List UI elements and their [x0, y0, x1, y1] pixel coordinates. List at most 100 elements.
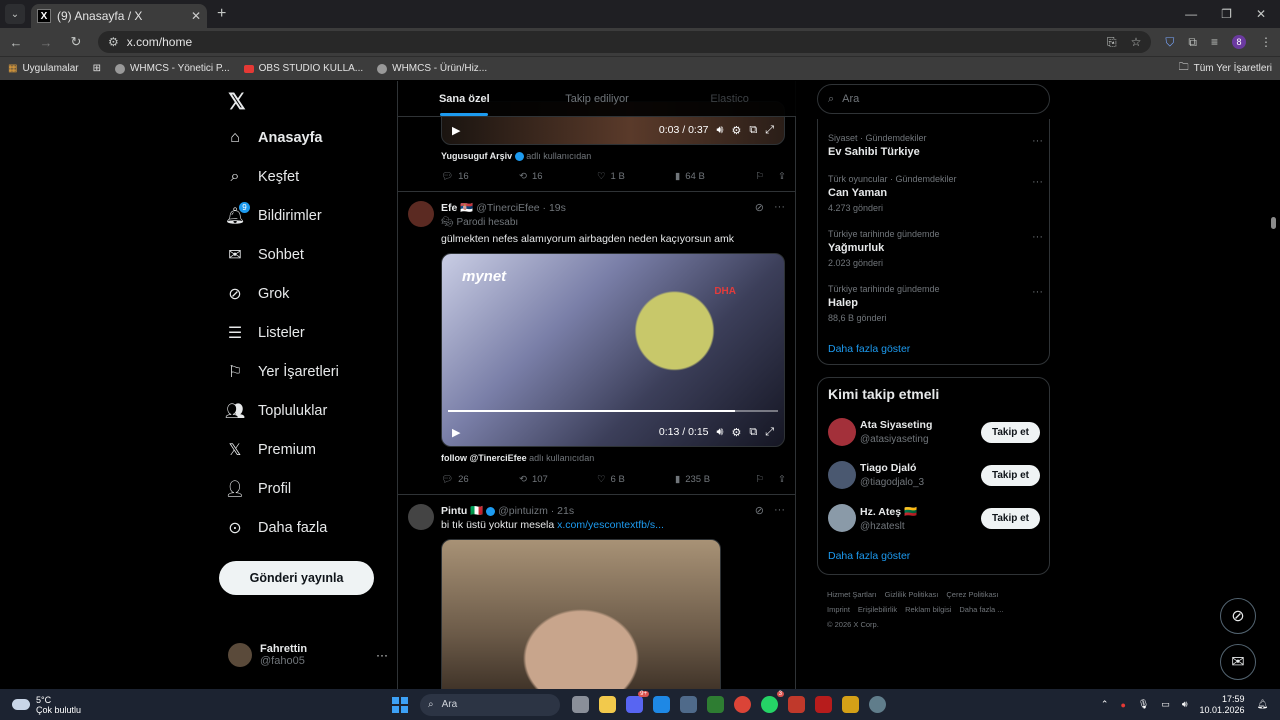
follow-button[interactable]: Takip et	[980, 507, 1040, 529]
trend-item[interactable]: Siyaset · Gündemdekiler Ev Sahibi Türkiy…	[828, 133, 1043, 158]
network-icon[interactable]: ▭	[1161, 699, 1170, 710]
page-scrollbar[interactable]	[1271, 217, 1276, 229]
nav-premium[interactable]: 𝕏 Premium	[226, 441, 316, 459]
bookmark-whmcs-admin[interactable]: WHMCS - Yönetici P...	[114, 63, 230, 74]
footer-link[interactable]: Çerez Politikası	[946, 590, 998, 599]
tab-following[interactable]: Takip ediliyor	[531, 81, 664, 116]
bookmark-whmcs-products[interactable]: WHMCS - Ürün/Hiz...	[377, 63, 487, 74]
share-icon[interactable]: ⇪	[778, 474, 786, 485]
settings-icon[interactable]: ⚙	[731, 124, 741, 137]
follow-button[interactable]: Takip et	[980, 464, 1040, 486]
avatar[interactable]	[408, 201, 434, 227]
share-icon[interactable]: ⇪	[778, 171, 786, 182]
forward-icon[interactable]: →	[38, 35, 54, 50]
more-dots-icon[interactable]: ···	[774, 201, 785, 214]
repost-button[interactable]: ⟲ 16	[519, 171, 597, 182]
profile-avatar[interactable]: 8	[1232, 35, 1246, 49]
bookmark-obs[interactable]: OBS STUDIO KULLA...	[243, 63, 363, 74]
source-name[interactable]: Yugusuguf Arşiv	[441, 151, 512, 161]
reload-icon[interactable]: ↻	[68, 34, 84, 50]
footer-link[interactable]: Erişilebilirlik	[858, 605, 897, 614]
follow-suggestion[interactable]: Hz. Ateş 🇱🇹 @hzateslt Takip et	[828, 504, 1040, 532]
star-icon[interactable]: ☆	[1131, 35, 1142, 50]
back-icon[interactable]: ←	[8, 35, 24, 50]
browser-tab[interactable]: X (9) Anasayfa / X ✕	[31, 4, 207, 28]
footer-link[interactable]: Hizmet Şartları	[827, 590, 877, 599]
follow-suggestion[interactable]: Ata Siyaseting @atasiyaseting Takip et	[828, 418, 1040, 446]
clock[interactable]: 17:59 10.01.2026	[1200, 694, 1245, 716]
nav-lists[interactable]: ☰ Listeler	[226, 324, 305, 342]
app-icon[interactable]	[653, 696, 670, 713]
trend-item[interactable]: Türk oyuncular · Gündemdekiler Can Yaman…	[828, 174, 1043, 213]
views-button[interactable]: ▮ 235 B	[675, 474, 753, 485]
bookmark-icon[interactable]: ⚐	[756, 474, 765, 485]
address-bar[interactable]: ⚙ x.com/home ⎘ ☆	[98, 31, 1152, 53]
show-more-link[interactable]: Daha fazla göster	[828, 550, 910, 562]
video-player[interactable]: mynet DHA ▶ 0:13 / 0:15 🔊︎ ⚙ ⧉ ⤢	[441, 253, 785, 447]
nav-home[interactable]: ⌂ Anasayfa	[226, 129, 322, 147]
tabs-grid-icon[interactable]: ⊞	[93, 63, 101, 74]
nav-messages[interactable]: ✉ Sohbet	[226, 246, 304, 264]
like-button[interactable]: ♡ 6 B	[597, 474, 675, 485]
more-dots-icon[interactable]: ···	[1032, 286, 1043, 298]
nav-notifications[interactable]: 🔔︎ 9 Bildirimler	[225, 202, 322, 225]
video-progress-bar[interactable]	[448, 410, 778, 412]
bookmark-icon[interactable]: ⚐	[756, 171, 765, 182]
author-handle[interactable]: @pintuizm · 21s	[498, 505, 574, 517]
site-info-icon[interactable]: ⚙	[108, 35, 119, 49]
start-button[interactable]	[392, 696, 408, 713]
extensions-icon[interactable]: ⧉	[1188, 35, 1197, 50]
show-more-link[interactable]: Daha fazla göster	[828, 343, 910, 355]
new-tab-button[interactable]: +	[217, 5, 226, 23]
trend-item[interactable]: Türkiye tarihinde gündemde Yağmurluk 2.0…	[828, 229, 1043, 268]
account-switcher[interactable]: Fahrettin @faho05 ···	[228, 643, 388, 667]
chevron-up-icon[interactable]: ⌃	[1101, 699, 1109, 710]
install-app-icon[interactable]: ⎘	[1107, 35, 1117, 50]
more-dots-icon[interactable]: ···	[1032, 176, 1043, 188]
shield-extension-icon[interactable]: ⛉	[1165, 35, 1174, 50]
pip-icon[interactable]: ⧉	[749, 426, 757, 439]
footer-link[interactable]: Reklam bilgisi	[905, 605, 951, 614]
nav-more[interactable]: ⊙ Daha fazla	[226, 519, 327, 537]
tab-for-you[interactable]: Sana özel	[398, 81, 531, 116]
chrome-icon[interactable]	[734, 696, 751, 713]
tab-list-button[interactable]: ⌄	[5, 4, 25, 24]
close-window-icon[interactable]: ✕	[1256, 7, 1266, 21]
messages-fab-button[interactable]: ✉	[1220, 644, 1256, 680]
play-icon[interactable]: ▶	[452, 124, 460, 137]
footer-link[interactable]: Gizlilik Politikası	[885, 590, 939, 599]
grok-icon[interactable]: ⊘	[755, 504, 764, 517]
author-handle[interactable]: @TinerciEfee · 19s	[476, 202, 566, 214]
menu-dots-icon[interactable]: ⋮	[1260, 35, 1272, 49]
mic-icon[interactable]: 🎙︎	[1138, 699, 1149, 710]
views-button[interactable]: ▮ 64 B	[675, 171, 753, 182]
fullscreen-icon[interactable]: ⤢	[765, 426, 774, 439]
author-name[interactable]: Pintu 🇮🇹	[441, 505, 483, 517]
minimize-icon[interactable]: —	[1185, 7, 1197, 21]
play-icon[interactable]: ▶	[452, 426, 460, 439]
record-icon[interactable]: ●	[1120, 700, 1125, 710]
more-dots-icon[interactable]: ···	[1032, 135, 1043, 147]
task-view-icon[interactable]	[572, 696, 589, 713]
more-dots-icon[interactable]: ···	[376, 648, 388, 662]
terminal-icon[interactable]	[707, 696, 724, 713]
bookmark-apps[interactable]: ▦ Uygulamalar	[8, 63, 79, 74]
settings-icon[interactable]: ⚙	[731, 426, 741, 439]
tab-elastico[interactable]: Elastico	[663, 81, 796, 116]
vpn-icon[interactable]	[680, 696, 697, 713]
more-dots-icon[interactable]: ···	[1032, 231, 1043, 243]
volume-icon[interactable]: 🔊︎	[717, 426, 724, 439]
whatsapp-icon[interactable]: 3	[761, 691, 784, 713]
x-logo-icon[interactable]: 𝕏	[228, 89, 246, 115]
volume-icon[interactable]: 🔊︎	[717, 124, 724, 137]
tweet-image[interactable]	[441, 539, 721, 689]
app-icon[interactable]	[788, 696, 805, 713]
nav-profile[interactable]: 👤︎ Profil	[225, 480, 291, 498]
file-explorer-icon[interactable]	[599, 696, 616, 713]
footer-link[interactable]: Imprint	[827, 605, 850, 614]
maximize-icon[interactable]: ❐	[1221, 7, 1232, 21]
taskbar-search[interactable]: ⌕ Ara	[420, 693, 560, 716]
notifications-icon[interactable]: 🔔︎	[1257, 699, 1268, 710]
app-icon[interactable]	[815, 696, 832, 713]
tweet-link[interactable]: x.com/yescontextfb/s...	[557, 519, 664, 531]
